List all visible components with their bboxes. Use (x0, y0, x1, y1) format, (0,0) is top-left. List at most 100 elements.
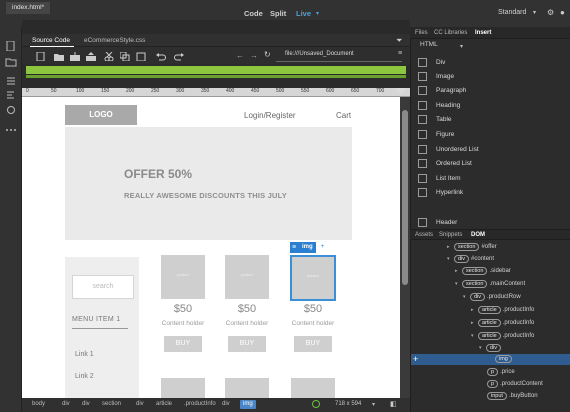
workspace-dropdown-icon[interactable]: ▾ (533, 9, 536, 16)
forward-icon[interactable]: → (250, 51, 258, 60)
window-size-dropdown-icon[interactable]: ▾ (372, 401, 375, 408)
tab-snippets[interactable]: Snippets (439, 232, 462, 238)
expand-arrow-icon[interactable]: ▸ (471, 320, 478, 326)
insert-div[interactable]: Div (418, 56, 568, 70)
insert-table[interactable]: Table (418, 113, 568, 127)
product-image-row2[interactable] (291, 378, 335, 398)
nav-login-link[interactable]: Login/Register (244, 111, 296, 120)
open-folder-icon[interactable] (54, 52, 64, 61)
page-logo[interactable]: LOGO (65, 105, 137, 125)
media-query-bar-secondary[interactable] (26, 75, 406, 78)
selection-menu-icon[interactable]: ≡ (292, 244, 299, 251)
insert-image[interactable]: Image (418, 70, 568, 84)
dom-node[interactable]: ▸ article .productInfo (471, 319, 534, 329)
view-live-button[interactable]: Live (296, 9, 311, 18)
file-icon[interactable] (5, 40, 17, 52)
dom-node[interactable]: p .productContent (487, 380, 543, 390)
dom-node[interactable]: ▸ article .productInfo (471, 306, 534, 316)
copy-icon[interactable] (120, 52, 130, 61)
buy-button[interactable]: BUY (228, 336, 266, 352)
view-split-button[interactable]: Split (270, 9, 286, 18)
paste-icon[interactable] (136, 52, 146, 61)
insert-unordered-list[interactable]: Unordered List (418, 143, 568, 157)
collapse-arrow-icon[interactable]: ▾ (471, 333, 478, 339)
sidebar-menu-title[interactable]: MENU ITEM 1 (72, 316, 120, 323)
more-icon[interactable] (5, 125, 17, 135)
expand-icon[interactable] (5, 77, 17, 87)
selected-product-image[interactable]: product (290, 255, 336, 301)
live-dropdown-icon[interactable]: ▾ (316, 10, 319, 17)
dom-node[interactable]: ▾ div (479, 344, 503, 354)
preview-icon[interactable]: ◧ (390, 400, 397, 408)
tab-cc-libraries[interactable]: CC Libraries (434, 30, 467, 36)
breadcrumb-item[interactable]: body (32, 401, 45, 407)
design-canvas[interactable]: LOGO Login/Register Cart OFFER 50% REALL… (22, 97, 400, 398)
nav-cart-link[interactable]: Cart (336, 111, 351, 120)
breadcrumb-item[interactable]: div (62, 401, 70, 407)
expand-arrow-icon[interactable]: ▸ (455, 268, 462, 274)
product-image-row2[interactable] (225, 378, 269, 398)
refresh-page-icon[interactable]: ↻ (264, 50, 271, 59)
insert-list-item[interactable]: List Item (418, 172, 568, 186)
breadcrumb-item[interactable]: .productInfo (184, 401, 216, 407)
dom-node[interactable]: ▸ section #offer (447, 243, 497, 253)
breadcrumb-item[interactable]: div (222, 401, 230, 407)
product-image[interactable]: product (225, 255, 269, 299)
workspace-switcher[interactable]: Standard (498, 9, 526, 16)
dom-add-icon[interactable]: + (413, 354, 418, 364)
collapse-arrow-icon[interactable]: ▾ (479, 345, 486, 351)
expand-arrow-icon[interactable]: ▸ (447, 244, 454, 250)
filter-icon[interactable]: ⏷ (396, 36, 402, 46)
dom-node[interactable]: ▸ section .sidebar (455, 267, 511, 277)
format-icon[interactable] (5, 91, 17, 101)
view-code-button[interactable]: Code (244, 9, 263, 18)
dom-node[interactable]: input .buyButton (487, 392, 538, 402)
collapse-arrow-icon[interactable]: ▾ (463, 294, 470, 300)
address-bar[interactable]: file:///Unsaved_Document (285, 51, 354, 57)
sidebar-link-2[interactable]: Link 2 (75, 373, 94, 380)
collapse-arrow-icon[interactable]: ▾ (455, 281, 462, 287)
tab-files[interactable]: Files (415, 30, 428, 36)
collapse-arrow-icon[interactable]: ▾ (447, 256, 454, 262)
new-file-icon[interactable] (36, 52, 46, 61)
breadcrumb-item[interactable]: section (102, 401, 121, 407)
dom-node[interactable]: p .price (487, 368, 515, 378)
open-icon[interactable] (5, 57, 17, 67)
dom-node[interactable]: ▾ div .productRow (463, 293, 521, 303)
insert-hyperlink[interactable]: Hyperlink (418, 186, 568, 200)
media-query-bar-main[interactable] (26, 66, 406, 74)
refresh-icon[interactable] (5, 105, 17, 115)
insert-paragraph[interactable]: Paragraph (418, 84, 568, 98)
window-size-readout[interactable]: 718 x 594 (335, 401, 361, 407)
css-file-tab[interactable]: eCommerceStyle.css (84, 37, 145, 44)
breadcrumb-item-active[interactable]: img (240, 400, 256, 409)
viewport-width-handle[interactable] (396, 88, 406, 96)
chevron-down-icon[interactable]: ▾ (460, 43, 463, 50)
breadcrumb-item[interactable]: article (156, 401, 172, 407)
hero-banner[interactable] (65, 127, 352, 240)
selection-add-class-button[interactable]: + (319, 244, 326, 251)
buy-button[interactable]: BUY (294, 336, 332, 352)
buy-button[interactable]: BUY (164, 336, 202, 352)
tab-assets[interactable]: Assets (415, 232, 433, 238)
undo-icon[interactable] (156, 52, 166, 61)
insert-header[interactable]: Header (418, 216, 568, 230)
document-tab[interactable]: index.html* (6, 2, 51, 14)
breadcrumb-item[interactable]: div (136, 401, 144, 407)
insert-figure[interactable]: Figure (418, 128, 568, 142)
canvas-scrollbar-thumb[interactable] (402, 110, 408, 285)
sidebar-link-1[interactable]: Link 1 (75, 351, 94, 358)
product-image-row2[interactable] (161, 378, 205, 398)
cut-icon[interactable] (104, 52, 114, 61)
save-icon[interactable] (70, 52, 80, 61)
gear-icon[interactable]: ⚙ (547, 8, 554, 17)
tab-dom[interactable]: DOM (471, 232, 485, 238)
back-icon[interactable]: ← (236, 51, 244, 60)
redo-icon[interactable] (174, 52, 184, 61)
dom-node[interactable]: ▾ article .productInfo (471, 332, 534, 342)
insert-heading[interactable]: Heading (418, 99, 568, 113)
tab-insert[interactable]: Insert (475, 30, 491, 36)
insert-ordered-list[interactable]: Ordered List (418, 157, 568, 171)
page-search-input[interactable]: search (72, 275, 134, 299)
upload-icon[interactable] (86, 52, 96, 61)
